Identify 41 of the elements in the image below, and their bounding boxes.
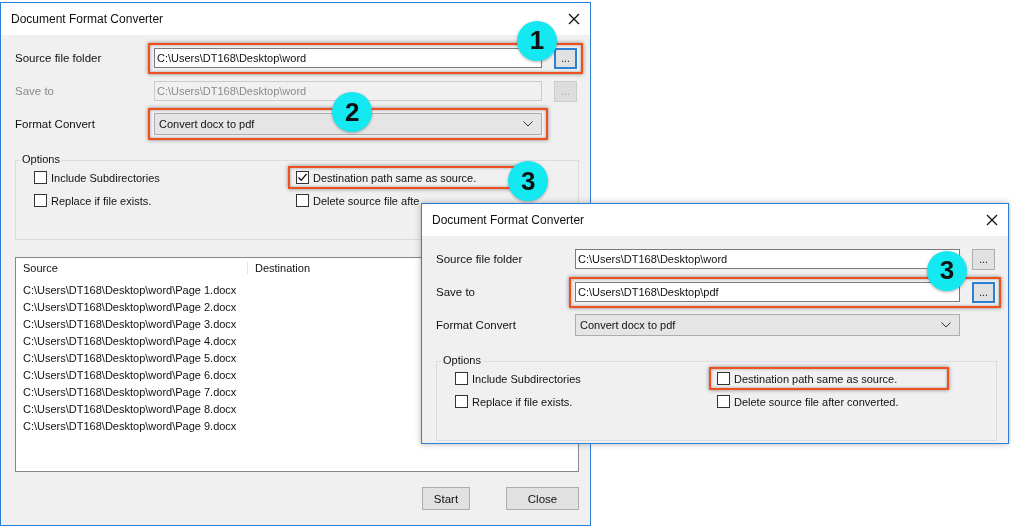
close-icon[interactable] — [568, 13, 580, 25]
field-label: Save to — [15, 85, 55, 97]
dialog-button[interactable]: Start — [422, 487, 470, 510]
checkbox[interactable] — [455, 395, 468, 408]
checkbox-label: Include Subdirectories — [472, 372, 581, 385]
close-icon[interactable] — [986, 214, 998, 226]
checkbox-label: Destination path same as source. — [734, 372, 898, 385]
checkbox-label: Include Subdirectories — [51, 171, 160, 184]
callout-badge: 3 — [508, 161, 549, 201]
browse-button[interactable]: ... — [972, 248, 995, 270]
checkbox-label: Replace if file exists. — [51, 194, 152, 207]
browse-button[interactable]: ... — [554, 47, 577, 69]
checkbox[interactable] — [455, 372, 468, 385]
chevron-down-icon — [523, 121, 533, 127]
group-label: Options — [441, 354, 483, 366]
field-label: Source file folder — [436, 253, 524, 265]
window-title: Document Format Converter — [11, 12, 164, 26]
input-field[interactable]: C:\Users\DT168\Desktop\word — [154, 48, 542, 68]
browse-button[interactable]: ... — [972, 281, 995, 303]
field-label: Save to — [436, 286, 476, 298]
group-label: Options — [20, 153, 62, 165]
checkbox[interactable] — [717, 395, 730, 408]
checkbox[interactable] — [34, 171, 47, 184]
checkbox-label: Delete source file after converted. — [734, 395, 899, 408]
field-label: Format Convert — [15, 118, 96, 130]
column-header[interactable]: Source — [16, 262, 248, 274]
checkbox[interactable] — [717, 372, 730, 385]
chevron-down-icon — [941, 322, 951, 328]
column-header[interactable]: Destination — [248, 262, 311, 274]
format-dropdown[interactable]: Convert docx to pdf — [575, 314, 960, 336]
checkbox[interactable] — [296, 194, 309, 207]
checkbox-label: Destination path same as source. — [313, 171, 477, 184]
field-label: Format Convert — [436, 319, 517, 331]
checkbox-label: Delete source file afte — [313, 194, 420, 207]
field-label: Source file folder — [15, 52, 103, 64]
checkbox-label: Replace if file exists. — [472, 395, 573, 408]
checkbox[interactable] — [296, 171, 309, 184]
checkbox[interactable] — [34, 194, 47, 207]
dialog-button[interactable]: Close — [506, 487, 579, 510]
window-title: Document Format Converter — [432, 213, 585, 227]
input-field[interactable]: C:\Users\DT168\Desktop\pdf — [575, 282, 960, 302]
